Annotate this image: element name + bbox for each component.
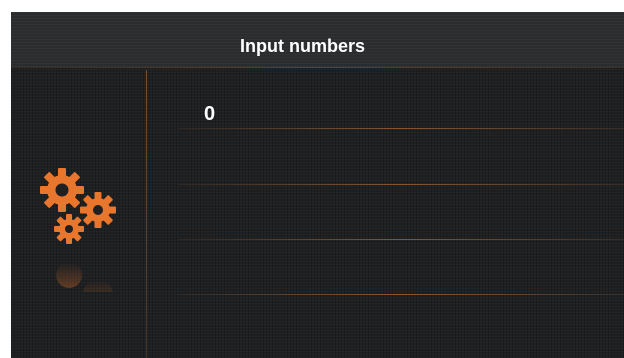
- input-panel: Input numbers 0: [11, 12, 624, 358]
- number-display[interactable]: 0: [204, 102, 215, 126]
- gears-icon: [40, 168, 116, 292]
- row-divider-4: [178, 294, 624, 295]
- row-divider-1: [178, 128, 624, 129]
- row-divider-3: [178, 239, 624, 240]
- header-divider: [11, 67, 624, 68]
- screen: Input numbers 0: [0, 0, 624, 358]
- row-divider-2: [178, 184, 624, 185]
- sidebar-divider: [146, 70, 147, 358]
- page-title: Input numbers: [240, 36, 365, 56]
